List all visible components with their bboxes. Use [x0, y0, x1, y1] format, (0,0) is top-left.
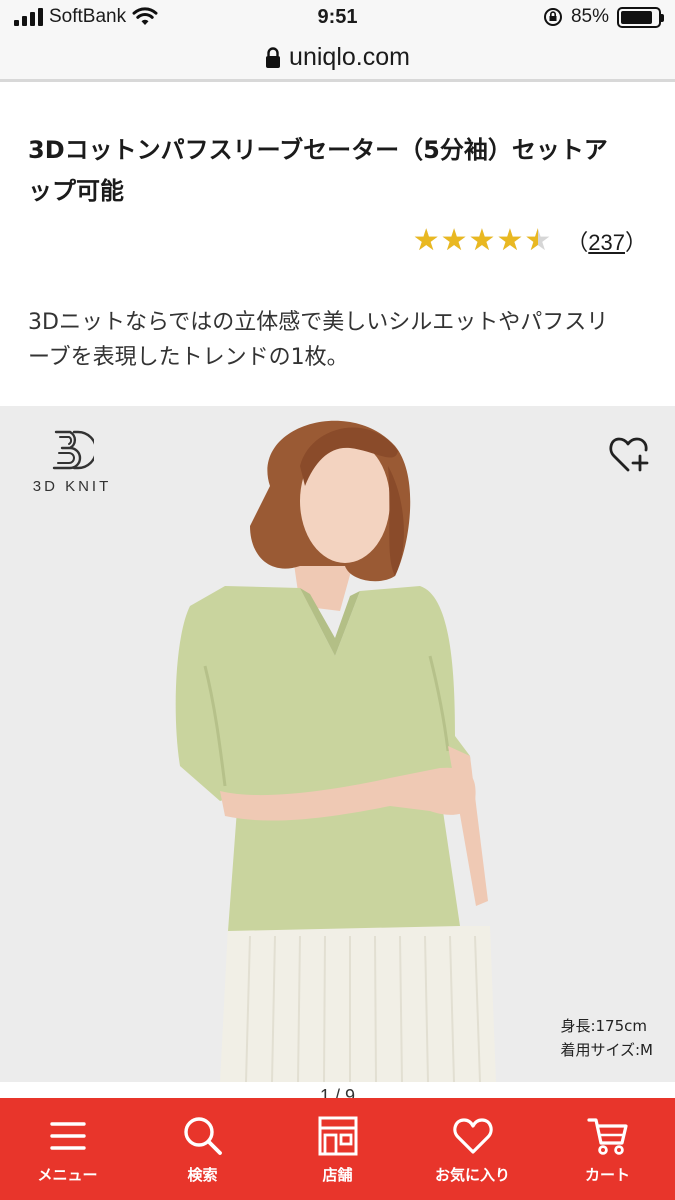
nav-label-menu: メニュー — [37, 1165, 98, 1184]
review-count-open: （ — [566, 230, 589, 255]
3d-knit-label: 3D KNIT — [32, 478, 112, 495]
store-icon — [318, 1116, 357, 1155]
description-line-1: 3Dニットならではの立体感で美しいシルエットやパフスリ — [28, 310, 609, 335]
search-icon — [183, 1116, 222, 1155]
nav-item-favorites[interactable]: お気に入り — [405, 1098, 540, 1200]
nav-item-search[interactable]: 検索 — [135, 1098, 270, 1200]
review-count[interactable]: （237） — [566, 225, 647, 257]
model-size: 着用サイズ:M — [560, 1041, 653, 1059]
review-count-close: ） — [624, 230, 647, 255]
product-rating: ★★★★★ ★★★★★ （237） — [413, 224, 647, 258]
model-info: 身長:175cm 着用サイズ:M — [560, 1014, 653, 1062]
description-line-2: ーブを表現したトレンドの1枚。 — [28, 345, 349, 370]
nav-label-search: 検索 — [187, 1165, 218, 1184]
nav-label-store: 店舗 — [322, 1165, 353, 1184]
address-bar[interactable]: uniqlo.com — [0, 36, 675, 82]
orientation-lock-icon — [543, 8, 562, 26]
nav-item-store[interactable]: 店舗 — [270, 1098, 405, 1200]
status-right: 85% — [543, 6, 664, 28]
product-title-line-1: 3Dコットンパフスリーブセーター（5分袖）セットア — [28, 136, 608, 164]
battery-icon — [617, 6, 664, 28]
nav-item-menu[interactable]: メニュー — [0, 1098, 135, 1200]
heart-icon — [452, 1117, 493, 1154]
battery-percent: 85% — [570, 6, 609, 27]
nav-item-cart[interactable]: カート — [540, 1098, 675, 1200]
bottom-nav: メニュー 検索 店舗 お気に入り カート — [0, 1098, 675, 1200]
star-rating-icon: ★★★★★ ★★★★★ — [413, 224, 552, 258]
product-title: 3Dコットンパフスリーブセーター（5分袖）セットア ップ可能 — [28, 130, 648, 212]
battery-level — [621, 10, 652, 24]
lock-icon — [266, 46, 281, 68]
model-photo — [175, 420, 496, 1082]
add-favorite-button[interactable] — [607, 432, 651, 476]
3d-knit-logo-icon — [52, 430, 98, 470]
nav-label-cart: カート — [584, 1165, 630, 1184]
cart-icon — [586, 1117, 628, 1155]
product-description: 3Dニットならではの立体感で美しいシルエットやパフスリ ーブを表現したトレンドの… — [28, 305, 648, 375]
url-domain: uniqlo.com — [289, 43, 410, 71]
menu-icon — [49, 1121, 86, 1150]
review-count-link[interactable]: 237 — [588, 230, 625, 255]
status-bar: SoftBank 9:51 85% — [0, 0, 675, 36]
product-title-line-2: ップ可能 — [28, 177, 124, 205]
nav-label-favorites: お気に入り — [434, 1165, 510, 1184]
model-height: 身長:175cm — [560, 1017, 647, 1035]
stars-filled: ★★★★★ — [412, 224, 539, 258]
3d-knit-badge: 3D KNIT — [24, 426, 120, 495]
product-image[interactable]: 3D KNIT 身長:175cm 着用サイズ:M — [0, 406, 675, 1082]
